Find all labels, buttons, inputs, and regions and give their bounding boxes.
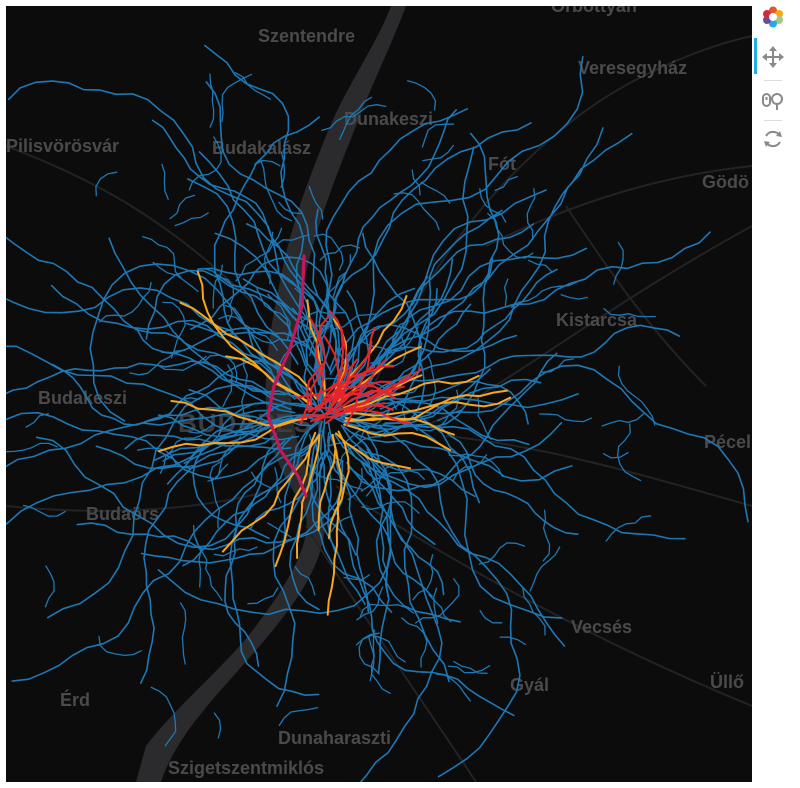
bus-route <box>603 308 656 318</box>
bus-route <box>616 423 642 482</box>
bus-route <box>209 73 215 128</box>
wheel-zoom-tool-button[interactable] <box>758 86 788 116</box>
bus-route <box>328 416 521 778</box>
toolbar <box>754 0 794 160</box>
wheel-zoom-icon <box>762 93 783 110</box>
bus-route <box>321 104 387 132</box>
bus-route <box>376 364 749 523</box>
bus-route <box>278 706 319 727</box>
reset-icon <box>764 130 782 148</box>
bus-route <box>308 185 324 220</box>
bus-route <box>354 434 433 598</box>
toolbar-divider <box>764 80 782 81</box>
bus-route <box>259 159 293 222</box>
bus-route <box>142 235 183 280</box>
bus-route <box>330 515 353 533</box>
bus-route <box>150 686 177 747</box>
bus-route <box>161 163 169 200</box>
bus-route <box>393 192 440 231</box>
bus-route <box>169 194 196 220</box>
bus-route <box>247 587 279 605</box>
bus-route <box>348 466 443 782</box>
bus-route <box>6 360 274 399</box>
bus-route <box>420 181 451 204</box>
bokeh-logo-icon[interactable] <box>758 2 788 32</box>
bus-route <box>560 294 589 300</box>
bus-route <box>6 236 296 414</box>
bus-route <box>407 80 437 111</box>
bus-route <box>179 602 187 665</box>
bus-route <box>221 73 253 123</box>
move-arrows-icon <box>762 46 784 68</box>
bus-route <box>151 119 320 386</box>
bus-route <box>95 171 118 197</box>
bus-route <box>339 96 373 140</box>
bus-route <box>98 635 142 657</box>
bus-route <box>23 504 66 517</box>
bus-route <box>529 546 561 592</box>
bus-route <box>11 442 314 682</box>
bus-route <box>617 365 656 426</box>
bus-route <box>601 413 645 427</box>
bus-route <box>613 241 624 285</box>
bus-route <box>294 566 316 596</box>
reset-tool-button[interactable] <box>758 124 788 154</box>
map-canvas[interactable]: Szentendre Őrbottyán Veresegyház Dunakes… <box>6 6 752 782</box>
bus-route <box>479 609 503 624</box>
pan-tool-button[interactable] <box>758 42 788 72</box>
bus-route <box>494 175 518 192</box>
bus-route <box>275 234 310 246</box>
bus-route <box>478 542 526 565</box>
bus-route <box>25 413 50 428</box>
bus-route <box>174 212 209 227</box>
bus-route <box>401 617 428 668</box>
active-tool-indicator <box>754 38 757 74</box>
bus-route <box>44 565 55 608</box>
bus-route <box>357 324 681 400</box>
transit-network <box>6 44 749 782</box>
bus-route <box>503 278 509 306</box>
bus-route <box>522 587 546 636</box>
bus-route <box>447 665 491 674</box>
bus-route <box>538 413 593 423</box>
bus-route <box>421 123 455 148</box>
bus-route <box>213 712 222 739</box>
bus-route <box>499 636 527 646</box>
bus-route <box>542 509 551 562</box>
bus-route <box>162 301 186 359</box>
toolbar-divider <box>764 120 782 121</box>
bus-route <box>602 451 629 459</box>
